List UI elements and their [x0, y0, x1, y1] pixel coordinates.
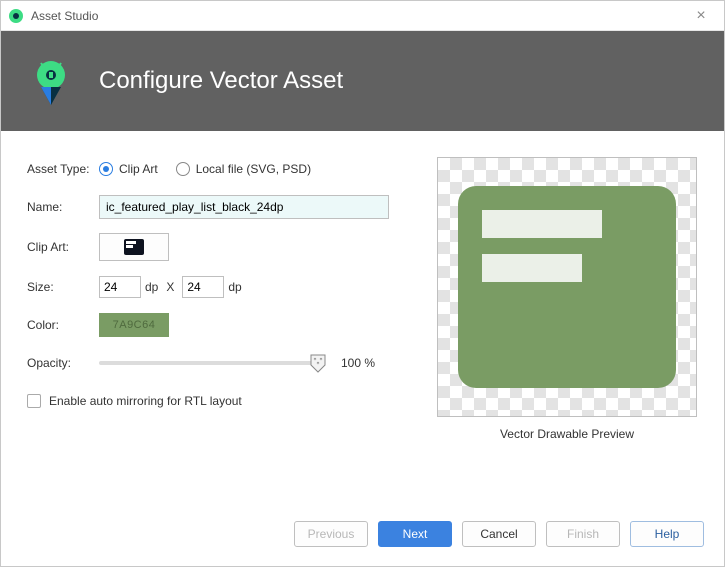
mirror-label: Enable auto mirroring for RTL layout [49, 394, 242, 408]
window-title: Asset Studio [31, 9, 98, 23]
dialog-window: Asset Studio × Configure Vector Asset As… [0, 0, 725, 567]
row-opacity: Opacity: 100 % [27, 351, 408, 375]
color-hex-text: 7A9C64 [113, 319, 156, 331]
size-separator: X [166, 280, 174, 294]
opacity-slider[interactable] [99, 355, 323, 371]
finish-button[interactable]: Finish [546, 521, 620, 547]
form-panel: Asset Type: Clip Art Local file (SVG, PS… [27, 157, 408, 506]
size-height-unit: dp [228, 280, 241, 294]
featured-playlist-icon [124, 239, 144, 255]
row-name: Name: [27, 195, 408, 219]
preview-panel: Vector Drawable Preview [436, 157, 698, 506]
row-asset-type: Asset Type: Clip Art Local file (SVG, PS… [27, 157, 408, 181]
label-name: Name: [27, 200, 99, 214]
label-size: Size: [27, 280, 99, 294]
header-banner: Configure Vector Asset [1, 31, 724, 131]
footer-buttons: Previous Next Cancel Finish Help [1, 516, 724, 566]
size-width-input[interactable] [99, 276, 141, 298]
slider-thumb-icon [309, 353, 327, 373]
help-button[interactable]: Help [630, 521, 704, 547]
label-opacity: Opacity: [27, 356, 99, 370]
radio-dot-icon [99, 162, 113, 176]
android-logo-icon [27, 57, 75, 105]
clip-art-picker-button[interactable] [99, 233, 169, 261]
size-height-input[interactable] [182, 276, 224, 298]
size-group: dp X dp [99, 276, 242, 298]
preview-caption: Vector Drawable Preview [500, 427, 634, 441]
page-title: Configure Vector Asset [99, 67, 343, 95]
titlebar: Asset Studio × [1, 1, 724, 31]
asset-type-radio-group: Clip Art Local file (SVG, PSD) [99, 162, 311, 176]
color-swatch-button[interactable]: 7A9C64 [99, 313, 169, 337]
radio-dot-icon [176, 162, 190, 176]
row-clip-art: Clip Art: [27, 233, 408, 261]
close-icon[interactable]: × [686, 7, 716, 25]
mirror-checkbox[interactable] [27, 394, 41, 408]
name-input[interactable] [99, 195, 389, 219]
previous-button[interactable]: Previous [294, 521, 368, 547]
preview-drawable-icon [458, 186, 676, 388]
label-asset-type: Asset Type: [27, 162, 99, 176]
size-width-unit: dp [145, 280, 158, 294]
next-button[interactable]: Next [378, 521, 452, 547]
label-color: Color: [27, 318, 99, 332]
radio-clip-art[interactable]: Clip Art [99, 162, 158, 176]
slider-track [99, 361, 323, 365]
row-mirror: Enable auto mirroring for RTL layout [27, 389, 408, 413]
app-icon [9, 9, 23, 23]
radio-local-file[interactable]: Local file (SVG, PSD) [176, 162, 311, 176]
cancel-button[interactable]: Cancel [462, 521, 536, 547]
opacity-value: 100 % [341, 356, 375, 370]
content-area: Asset Type: Clip Art Local file (SVG, PS… [1, 131, 724, 516]
radio-local-file-label: Local file (SVG, PSD) [196, 162, 311, 176]
radio-clip-art-label: Clip Art [119, 162, 158, 176]
row-color: Color: 7A9C64 [27, 313, 408, 337]
row-size: Size: dp X dp [27, 275, 408, 299]
preview-canvas [437, 157, 697, 417]
label-clip-art: Clip Art: [27, 240, 99, 254]
